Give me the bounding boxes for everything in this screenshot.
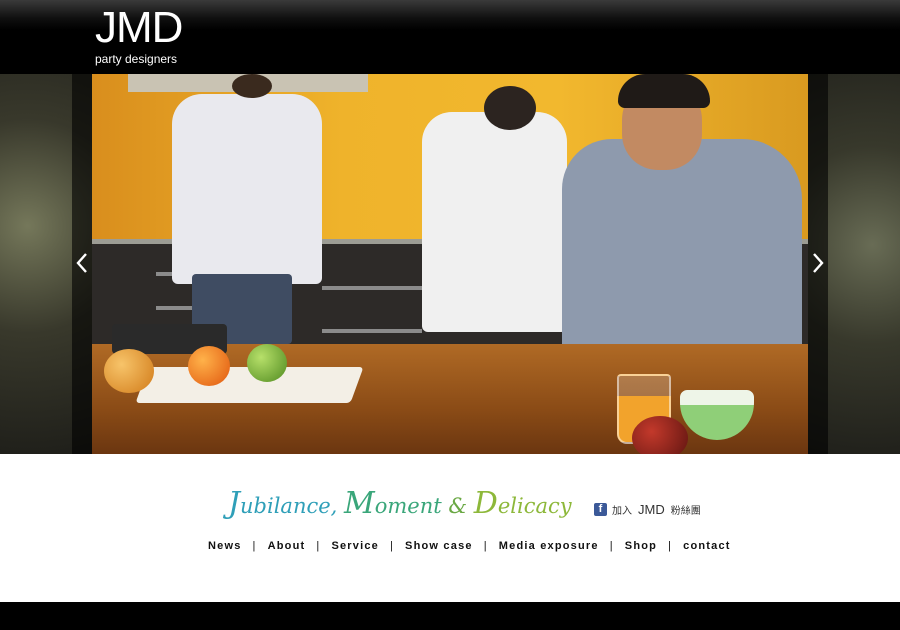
nav-separator: | [316, 540, 321, 552]
site-logo[interactable]: JMD party designers [95, 3, 183, 67]
tagline-d: D [473, 486, 498, 521]
chevron-left-icon [76, 253, 87, 273]
header-bar: JMD party designers [0, 0, 900, 74]
brand-tagline: Jubilance, Moment & Delicacy [228, 486, 572, 522]
nav-about[interactable]: About [268, 540, 306, 552]
nav-separator: | [252, 540, 257, 552]
footer-bar [0, 602, 900, 630]
nav-separator: | [389, 540, 395, 552]
chevron-right-icon [813, 253, 824, 273]
facebook-suffix: 粉絲團 [670, 506, 701, 517]
facebook-brand: JMD [638, 502, 665, 517]
tagline-word-jubilance: ubilance, [240, 494, 338, 518]
nav-media-exposure[interactable]: Media exposure [499, 540, 599, 552]
nav-separator: | [609, 540, 614, 552]
nav-news[interactable]: News [208, 540, 242, 552]
tagline-ampersand: & [448, 494, 468, 518]
tagline-m: M [344, 486, 375, 521]
tagline-word-moment: oment [374, 494, 442, 518]
main-nav: News | About | Service | Show case | Med… [208, 540, 731, 552]
tagline-j: J [228, 486, 241, 521]
facebook-fanpage-link[interactable]: f 加入 JMD 粉絲團 [594, 502, 701, 517]
nav-service[interactable]: Service [331, 540, 379, 552]
hero-slideshow [0, 74, 900, 454]
facebook-icon: f [594, 503, 607, 516]
facebook-join-label: 加入 [612, 506, 632, 517]
slideshow-prev-button[interactable] [74, 252, 90, 274]
nav-shop[interactable]: Shop [625, 540, 657, 552]
nav-contact[interactable]: contact [683, 540, 731, 552]
logo-subtitle: party designers [95, 52, 178, 66]
slideshow-next-button[interactable] [810, 252, 826, 274]
hero-photo [92, 74, 808, 454]
nav-show-case[interactable]: Show case [405, 540, 473, 552]
nav-separator: | [668, 540, 673, 552]
logo-title: JMD [95, 3, 183, 52]
nav-separator: | [483, 540, 488, 552]
tagline-word-delicacy: elicacy [497, 494, 572, 518]
